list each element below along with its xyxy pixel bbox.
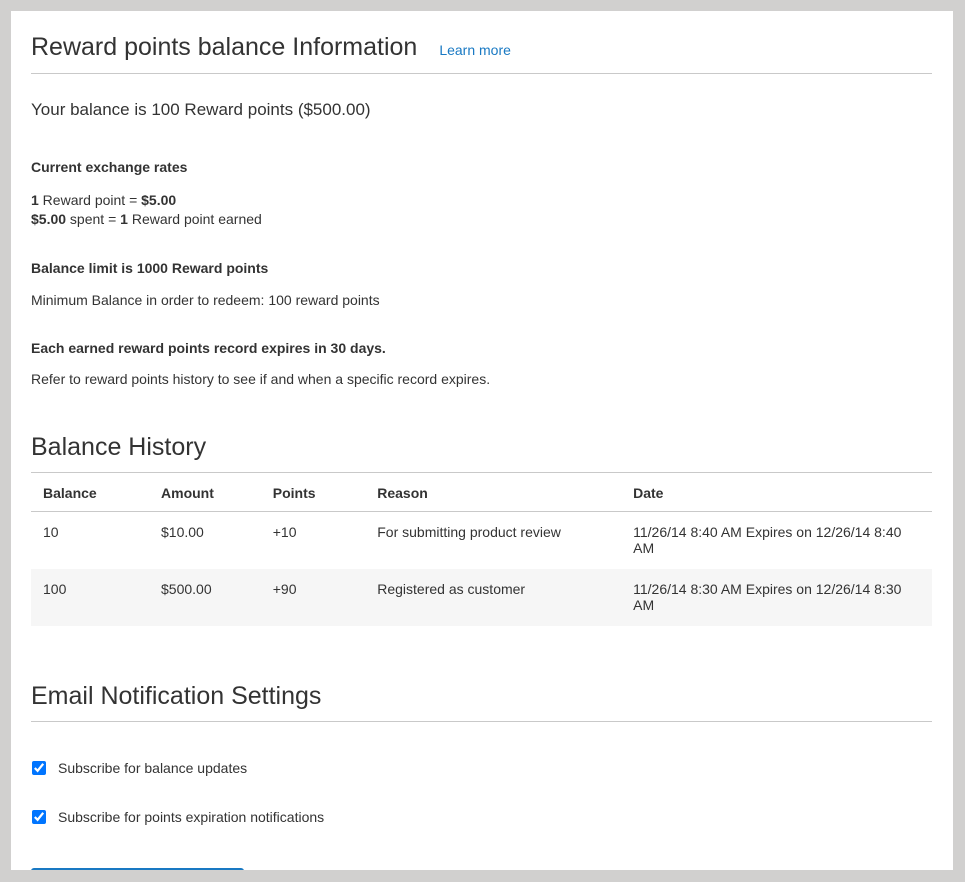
exchange-rates-heading: Current exchange rates	[31, 159, 932, 175]
balance-history-title: Balance History	[31, 433, 932, 473]
subscribe-expiration-label: Subscribe for points expiration notifica…	[58, 809, 324, 825]
page-title: Reward points balance Information	[31, 33, 417, 62]
subscribe-balance-checkbox[interactable]	[32, 761, 46, 775]
min-balance-note: Minimum Balance in order to redeem: 100 …	[31, 292, 932, 308]
table-row: 10 $10.00 +10 For submitting product rev…	[31, 512, 932, 570]
rate-earn-text: Reward point =	[39, 192, 141, 208]
column-header-date: Date	[621, 473, 932, 512]
rate-spend-line: $5.00 spent = 1 Reward point earned	[31, 210, 932, 229]
cell-balance: 10	[31, 512, 149, 570]
cell-points: +90	[261, 569, 366, 626]
rate-earn-points: 1	[31, 192, 39, 208]
rate-earn-amount: $5.00	[141, 192, 176, 208]
cell-amount: $10.00	[149, 512, 261, 570]
subscribe-expiration-checkbox[interactable]	[32, 810, 46, 824]
cell-date: 11/26/14 8:40 AM Expires on 12/26/14 8:4…	[621, 512, 932, 570]
column-header-balance: Balance	[31, 473, 149, 512]
reward-points-card: Reward points balance Information Learn …	[11, 11, 953, 870]
column-header-points: Points	[261, 473, 366, 512]
cell-reason: For submitting product review	[365, 512, 621, 570]
cell-balance: 100	[31, 569, 149, 626]
exchange-rates: 1 Reward point = $5.00 $5.00 spent = 1 R…	[31, 191, 932, 229]
balance-summary: Your balance is 100 Reward points ($500.…	[31, 100, 932, 120]
column-header-amount: Amount	[149, 473, 261, 512]
rate-spend-text: spent =	[66, 211, 120, 227]
email-settings-title: Email Notification Settings	[31, 682, 932, 722]
table-row: 100 $500.00 +90 Registered as customer 1…	[31, 569, 932, 626]
subscribe-balance-option: Subscribe for balance updates	[31, 760, 932, 776]
expiry-heading: Each earned reward points record expires…	[31, 340, 932, 356]
cell-reason: Registered as customer	[365, 569, 621, 626]
save-subscription-button[interactable]: Save Subscription Settings	[31, 868, 244, 870]
rate-spend-points: 1	[120, 211, 128, 227]
cell-points: +10	[261, 512, 366, 570]
cell-amount: $500.00	[149, 569, 261, 626]
rate-spend-tail: Reward point earned	[128, 211, 262, 227]
rate-spend-amount: $5.00	[31, 211, 66, 227]
column-header-reason: Reason	[365, 473, 621, 512]
balance-history-table: Balance Amount Points Reason Date 10 $10…	[31, 473, 932, 626]
cell-date: 11/26/14 8:30 AM Expires on 12/26/14 8:3…	[621, 569, 932, 626]
table-header-row: Balance Amount Points Reason Date	[31, 473, 932, 512]
balance-limit-heading: Balance limit is 1000 Reward points	[31, 260, 932, 276]
learn-more-link[interactable]: Learn more	[439, 42, 511, 58]
expiry-note: Refer to reward points history to see if…	[31, 371, 932, 387]
subscribe-balance-label: Subscribe for balance updates	[58, 760, 247, 776]
subscribe-expiration-option: Subscribe for points expiration notifica…	[31, 809, 932, 825]
page-header: Reward points balance Information Learn …	[31, 25, 932, 74]
rate-earn-line: 1 Reward point = $5.00	[31, 191, 932, 210]
